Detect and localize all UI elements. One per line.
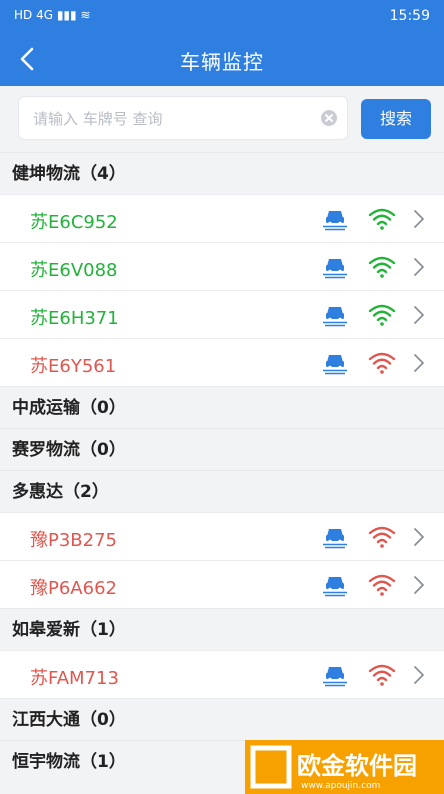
chevron-right-icon[interactable]	[412, 208, 426, 230]
group-header[interactable]: 江西大通（0）	[0, 698, 444, 740]
wifi-signal-icon	[368, 303, 396, 327]
group-header[interactable]: 多惠达（2）	[0, 470, 444, 512]
wifi-signal-icon	[368, 207, 396, 231]
group-header[interactable]: 如皋爱新（1）	[0, 608, 444, 650]
car-icon[interactable]	[322, 207, 348, 231]
car-icon[interactable]	[322, 663, 348, 687]
search-input[interactable]	[31, 97, 315, 141]
chevron-right-icon[interactable]	[412, 256, 426, 278]
status-bar: HD 4G ▮▮▮ ≋ 15:59	[0, 0, 444, 32]
chevron-right-icon[interactable]	[412, 304, 426, 326]
clear-icon[interactable]	[321, 110, 337, 126]
search-button[interactable]: 搜索	[361, 99, 431, 139]
vehicle-row[interactable]: 豫P3B275	[0, 512, 444, 560]
vehicle-row[interactable]: 苏FAM713	[0, 650, 444, 698]
group-header[interactable]: 中成运输（0）	[0, 386, 444, 428]
vehicle-row[interactable]: 苏E6V088	[0, 242, 444, 290]
chevron-right-icon[interactable]	[412, 526, 426, 548]
svg-text:欧金软件园: 欧金软件园	[297, 752, 417, 780]
svg-text:www.apoujin.com: www.apoujin.com	[301, 781, 380, 791]
vehicle-row[interactable]: 苏E6Y561	[0, 338, 444, 386]
wifi-signal-icon	[368, 663, 396, 687]
chevron-right-icon[interactable]	[412, 574, 426, 596]
chevron-right-icon[interactable]	[412, 664, 426, 686]
vehicle-plate: 苏FAM713	[30, 668, 119, 689]
car-icon[interactable]	[322, 255, 348, 279]
vehicle-plate: 苏E6V088	[30, 260, 118, 281]
car-icon[interactable]	[322, 303, 348, 327]
vehicle-plate: 苏E6C952	[30, 212, 118, 233]
wifi-signal-icon	[368, 255, 396, 279]
search-row: 搜索	[0, 86, 444, 152]
vehicle-plate: 豫P3B275	[30, 530, 118, 551]
wifi-signal-icon	[368, 351, 396, 375]
page-title: 车辆监控	[180, 50, 264, 74]
vehicle-row[interactable]: 豫P6A662	[0, 560, 444, 608]
wifi-signal-icon	[368, 573, 396, 597]
vehicle-row[interactable]: 苏E6H371	[0, 290, 444, 338]
car-icon[interactable]	[322, 525, 348, 549]
status-left: HD 4G ▮▮▮ ≋	[14, 8, 91, 22]
status-time: 15:59	[389, 8, 430, 24]
nav-bar: 车辆监控	[0, 32, 444, 86]
car-icon[interactable]	[322, 351, 348, 375]
vehicle-plate: 苏E6H371	[30, 308, 119, 329]
vehicle-plate: 苏E6Y561	[30, 356, 117, 377]
chevron-right-icon[interactable]	[412, 352, 426, 374]
wifi-signal-icon	[368, 525, 396, 549]
group-header[interactable]: 赛罗物流（0）	[0, 428, 444, 470]
vehicle-plate: 豫P6A662	[30, 578, 117, 599]
search-box	[18, 96, 348, 141]
vehicle-list: 健坤物流（4） 苏E6C952 苏E6V088 苏E6H371 苏E6Y561 中成运输（…	[0, 152, 444, 782]
watermark-logo: 欧金软件园 www.apoujin.com	[245, 740, 444, 794]
group-header[interactable]: 健坤物流（4）	[0, 152, 444, 194]
car-icon[interactable]	[322, 573, 348, 597]
vehicle-row[interactable]: 苏E6C952	[0, 194, 444, 242]
